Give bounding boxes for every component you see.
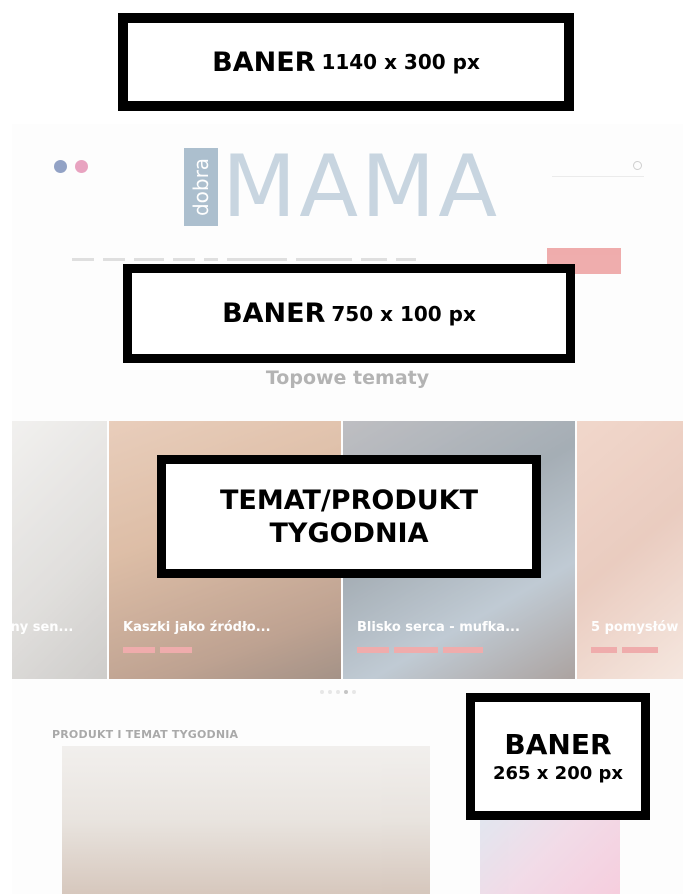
card-tags <box>123 647 192 653</box>
featured-line-2: TYGODNIA <box>269 517 429 549</box>
carousel-dot[interactable] <box>320 690 324 694</box>
card-caption: Kaszki jako źródło... <box>123 620 271 635</box>
logo-main-text: MAMA <box>222 137 501 237</box>
search-input[interactable] <box>552 168 622 175</box>
banner-size: 265 x 200 px <box>492 762 624 784</box>
card-tag[interactable] <box>443 647 483 653</box>
carousel-pagination <box>320 690 356 694</box>
featured-line-1: TEMAT/PRODUKT <box>219 484 479 516</box>
banner-750x100: BANER 750 x 100 px <box>123 264 575 363</box>
card-caption: jny sen... <box>12 620 74 635</box>
carousel-dot-active[interactable] <box>344 690 348 694</box>
carousel-card[interactable]: 5 pomysłów <box>577 421 683 679</box>
banner-label: BANER <box>212 46 316 78</box>
site-logo[interactable]: dobra MAMA <box>184 137 501 237</box>
nav-item[interactable] <box>227 258 287 261</box>
carousel-dot[interactable] <box>336 690 340 694</box>
banner-label: BANER <box>222 298 326 329</box>
card-caption: Blisko serca - mufka... <box>357 620 520 635</box>
carousel-dot[interactable] <box>328 690 332 694</box>
card-caption: 5 pomysłów <box>591 620 679 635</box>
logo-dobra-block: dobra <box>184 148 218 226</box>
banner-size: 750 x 100 px <box>331 301 476 326</box>
nav-item[interactable] <box>72 258 94 261</box>
main-navigation <box>72 258 416 261</box>
nav-item[interactable] <box>173 258 195 261</box>
banner-1140x300: BANER 1140 x 300 px <box>118 13 574 111</box>
card-tags <box>357 647 483 653</box>
banner-label: BANER <box>504 727 612 761</box>
section-title: Topowe tematy <box>265 367 430 389</box>
card-image <box>12 421 107 679</box>
card-tag[interactable] <box>160 647 192 653</box>
nav-item[interactable] <box>296 258 352 261</box>
card-tag[interactable] <box>394 647 438 653</box>
search-icon[interactable] <box>633 161 642 170</box>
social-links <box>54 160 88 173</box>
nav-item[interactable] <box>361 258 387 261</box>
card-tag[interactable] <box>357 647 389 653</box>
logo-small-text: dobra <box>189 157 214 217</box>
facebook-icon[interactable] <box>54 160 67 173</box>
banner-265x200: BANER 265 x 200 px <box>466 693 650 820</box>
banner-size: 1140 x 300 px <box>321 50 480 74</box>
widget-title: PRODUKT I TEMAT TYGODNIA <box>52 728 239 741</box>
card-tag[interactable] <box>591 647 617 653</box>
nav-item[interactable] <box>396 258 416 261</box>
card-tag[interactable] <box>123 647 155 653</box>
carousel-dot[interactable] <box>352 690 356 694</box>
nav-item[interactable] <box>103 258 125 261</box>
featured-topic-banner: TEMAT/PRODUKT TYGODNIA <box>157 455 541 578</box>
carousel-card[interactable]: jny sen... <box>12 421 109 679</box>
nav-item[interactable] <box>134 258 164 261</box>
featured-product-image[interactable] <box>62 746 430 894</box>
nav-item[interactable] <box>204 258 218 261</box>
card-tags <box>591 647 658 653</box>
search-box[interactable] <box>552 160 644 177</box>
card-tag[interactable] <box>622 647 658 653</box>
card-image <box>577 421 683 679</box>
instagram-icon[interactable] <box>75 160 88 173</box>
